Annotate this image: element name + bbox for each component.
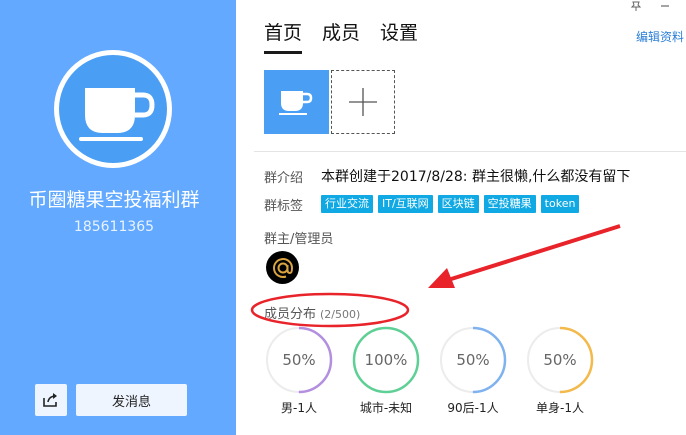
admins-label: 群主/管理员 bbox=[264, 232, 334, 247]
coffee-cup-icon bbox=[278, 91, 312, 115]
tab-members[interactable]: 成员 bbox=[322, 18, 360, 48]
pin-icon[interactable] bbox=[630, 0, 642, 15]
tag-item[interactable]: IT/互联网 bbox=[378, 195, 433, 213]
edit-profile-link[interactable]: 编辑资料 bbox=[636, 28, 684, 45]
plus-icon bbox=[349, 88, 377, 116]
tab-settings[interactable]: 设置 bbox=[380, 18, 418, 48]
share-button[interactable] bbox=[35, 384, 67, 416]
tag-list: 行业交流 IT/互联网 区块链 空投糖果 token bbox=[321, 195, 580, 213]
group-id: 185611365 bbox=[73, 219, 155, 235]
group-name: 币圈糖果空投福利群 bbox=[28, 189, 200, 211]
tag-item[interactable]: 行业交流 bbox=[321, 195, 373, 213]
donut-label: 单身-1人 bbox=[536, 401, 584, 415]
donut-city: 100% bbox=[352, 326, 420, 394]
group-avatar-inner bbox=[59, 55, 167, 163]
group-photo[interactable] bbox=[264, 70, 329, 134]
coffee-cup-icon bbox=[79, 88, 155, 141]
donut-gender: 50% bbox=[265, 326, 333, 394]
divider bbox=[254, 151, 686, 152]
donut-label: 男-1人 bbox=[281, 401, 317, 415]
admin-avatar[interactable] bbox=[266, 251, 299, 284]
group-sidebar: 币圈糖果空投福利群 185611365 发消息 bbox=[0, 0, 236, 435]
donut-age: 50% bbox=[439, 326, 507, 394]
tab-home[interactable]: 首页 bbox=[264, 18, 303, 54]
member-count: (2/500) bbox=[320, 308, 361, 321]
at-sign-icon bbox=[272, 257, 293, 278]
intro-text: 本群创建于2017/8/28: 群主很懒,什么都没有留下 bbox=[321, 169, 631, 185]
donut-relationship: 50% bbox=[526, 326, 594, 394]
donut-value: 50% bbox=[543, 351, 577, 369]
tags-label: 群标签 bbox=[264, 199, 304, 214]
donut-label: 城市-未知 bbox=[359, 401, 413, 415]
add-photo-button[interactable] bbox=[331, 70, 395, 134]
share-icon bbox=[43, 393, 57, 407]
donut-value: 100% bbox=[364, 351, 408, 369]
tab-bar: 首页 成员 设置 bbox=[264, 18, 418, 54]
tag-item[interactable]: 空投糖果 bbox=[483, 195, 536, 213]
tag-item[interactable]: 区块链 bbox=[437, 195, 479, 213]
intro-label: 群介绍 bbox=[264, 171, 304, 186]
donut-label: 90后-1人 bbox=[447, 401, 499, 415]
tag-item[interactable]: token bbox=[540, 195, 580, 213]
distribution-title: 成员分布 (2/500) bbox=[264, 303, 360, 322]
donut-value: 50% bbox=[282, 351, 316, 369]
send-message-button[interactable]: 发消息 bbox=[76, 384, 187, 416]
annotation-arrowhead bbox=[428, 268, 455, 288]
distribution-title-text: 成员分布 bbox=[264, 307, 317, 322]
group-avatar[interactable] bbox=[54, 50, 172, 168]
minimize-icon[interactable] bbox=[659, 0, 671, 15]
annotation-arrow bbox=[447, 224, 621, 282]
donut-value: 50% bbox=[456, 351, 490, 369]
